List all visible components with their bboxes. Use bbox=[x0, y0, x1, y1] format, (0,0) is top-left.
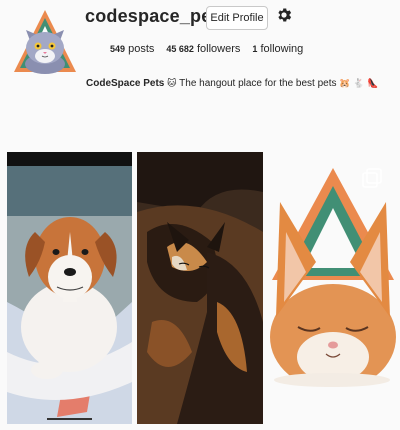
settings-gear-icon[interactable] bbox=[275, 6, 293, 24]
profile-bio: CodeSpace Pets 🐱 The hangout place for t… bbox=[86, 78, 379, 89]
stat-followers[interactable]: 45 682 followers bbox=[166, 43, 240, 55]
edit-profile-button[interactable]: Edit Profile bbox=[206, 6, 268, 30]
profile-stats: 549 posts 45 682 followers 1 following bbox=[110, 43, 303, 55]
post-thumbnail-orange-cat[interactable] bbox=[268, 152, 398, 424]
bio-display-name: CodeSpace Pets bbox=[86, 78, 165, 89]
bio-cat-emoji: 🐱 bbox=[167, 79, 177, 89]
bio-text: The hangout place for the best pets bbox=[179, 78, 337, 89]
stat-posts: 549 posts bbox=[110, 43, 155, 55]
profile-avatar[interactable] bbox=[10, 6, 80, 76]
bio-trailing-emojis: 🐹 🐇 👠 bbox=[339, 79, 379, 89]
multiple-photos-icon bbox=[362, 168, 382, 188]
post-thumbnail-tortoiseshell-cat[interactable] bbox=[137, 152, 263, 424]
post-thumbnail-puppy[interactable] bbox=[7, 152, 132, 424]
stat-following[interactable]: 1 following bbox=[252, 43, 303, 55]
